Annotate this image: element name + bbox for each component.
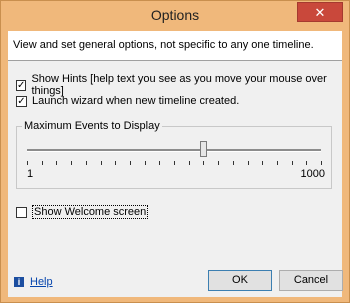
slider-tick	[276, 161, 278, 165]
slider-tick	[174, 161, 175, 165]
slider-tick	[41, 161, 43, 165]
dialog-body: View and set general options, not specif…	[8, 31, 343, 297]
slider-tick	[262, 161, 264, 165]
slider-tick	[85, 161, 87, 165]
slider-tick	[71, 161, 73, 165]
slider-tick	[321, 161, 322, 165]
slider-tick	[100, 161, 102, 165]
show-welcome-checkbox[interactable]	[16, 206, 27, 218]
close-icon: ✕	[314, 5, 326, 20]
slider-tick	[203, 161, 205, 165]
close-button[interactable]: ✕	[297, 2, 343, 22]
show-hints-checkbox[interactable]: ✓	[16, 79, 27, 91]
slider-tick	[291, 161, 293, 165]
dialog-footer: i Help OK Cancel	[8, 257, 343, 297]
slider-tick	[129, 161, 131, 165]
slider-tick	[56, 161, 58, 165]
slider-min-label: 1	[27, 168, 34, 180]
slider-tick	[115, 161, 117, 165]
slider-tick	[27, 161, 28, 165]
slider-max-label: 1000	[300, 168, 325, 180]
slider-tick	[247, 161, 249, 165]
slider-tick	[218, 161, 220, 165]
show-welcome-option[interactable]: Show Welcome screen	[16, 205, 149, 219]
max-events-slider-thumb[interactable]	[200, 141, 208, 157]
launch-wizard-option[interactable]: ✓ Launch wizard when new timeline create…	[16, 95, 239, 107]
max-events-group: Maximum Events to Display 1 1000	[16, 120, 332, 189]
ok-button[interactable]: OK	[208, 270, 272, 291]
slider-tick	[188, 161, 190, 165]
info-book-icon[interactable]: i	[14, 277, 24, 287]
slider-tick	[232, 161, 234, 165]
launch-wizard-checkbox[interactable]: ✓	[16, 95, 27, 107]
header-description: View and set general options, not specif…	[13, 39, 314, 51]
max-events-slider-track[interactable]	[27, 149, 321, 152]
help-link[interactable]: Help	[30, 276, 53, 288]
launch-wizard-label: Launch wizard when new timeline created.	[32, 95, 240, 107]
slider-tick	[159, 161, 161, 165]
header-panel: View and set general options, not specif…	[8, 31, 342, 61]
max-events-group-label: Maximum Events to Display	[22, 120, 162, 132]
show-hints-option[interactable]: ✓ Show Hints [help text you see as you m…	[16, 73, 342, 97]
cancel-button[interactable]: Cancel	[279, 270, 343, 291]
options-dialog: Options ✕ View and set general options, …	[0, 0, 350, 303]
slider-tick	[306, 161, 308, 165]
title-bar[interactable]: Options ✕	[1, 1, 349, 31]
slider-tick	[144, 161, 146, 165]
show-hints-label: Show Hints [help text you see as you mov…	[31, 73, 327, 97]
show-welcome-label: Show Welcome screen	[32, 205, 149, 219]
